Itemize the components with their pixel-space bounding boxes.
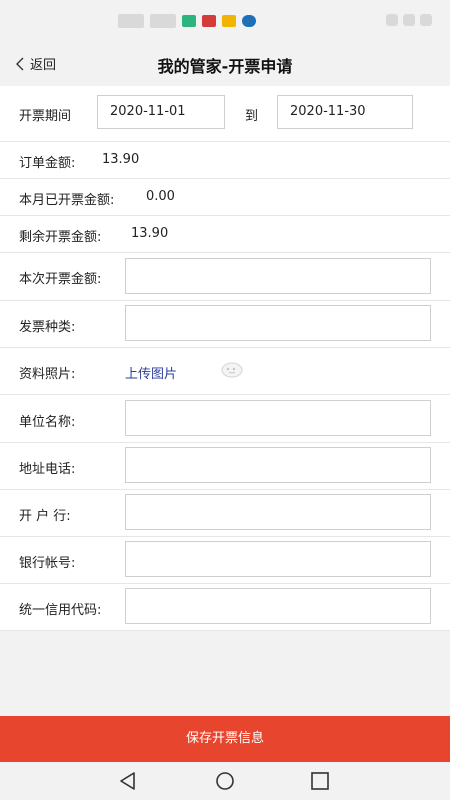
square-recent-icon[interactable]	[309, 770, 331, 792]
credit-code-label: 统一信用代码:	[19, 603, 102, 618]
bank-input[interactable]	[125, 494, 431, 530]
upload-image-link[interactable]: 上传图片	[125, 363, 177, 382]
remaining-label: 剩余开票金额:	[19, 230, 102, 245]
network-icon	[150, 14, 176, 28]
start-date-field[interactable]: 2020-11-01	[97, 95, 225, 129]
image-placeholder-icon[interactable]	[220, 361, 244, 381]
back-label: 返回	[30, 58, 57, 73]
system-nav-bar	[0, 762, 450, 800]
invoice-form: 开票期间 2020-11-01 到 2020-11-30 订单金额: 13.90…	[0, 86, 450, 631]
app-notification-icon	[182, 15, 196, 27]
remaining-value: 13.90	[131, 226, 169, 241]
page-title: 我的管家-开票申请	[157, 57, 293, 76]
invoice-type-label: 发票种类:	[19, 320, 76, 335]
invoice-type-row: 发票种类:	[0, 301, 450, 348]
remaining-row: 剩余开票金额: 13.90	[0, 216, 450, 253]
circle-home-icon[interactable]	[214, 770, 236, 792]
news-notification-icon	[202, 15, 216, 27]
account-row: 银行帐号:	[0, 537, 450, 584]
end-date-field[interactable]: 2020-11-30	[277, 95, 413, 129]
order-amount-label: 订单金额:	[19, 156, 76, 171]
account-label: 银行帐号:	[19, 556, 76, 571]
company-input[interactable]	[125, 400, 431, 436]
period-label: 开票期间	[19, 109, 72, 124]
bank-label: 开 户 行:	[19, 509, 71, 524]
chevron-left-icon	[16, 57, 24, 70]
order-amount-row: 订单金额: 13.90	[0, 142, 450, 179]
bluetooth-icon	[386, 14, 398, 26]
to-label: 到	[245, 109, 259, 124]
status-bar	[0, 0, 450, 42]
period-row: 开票期间 2020-11-01 到 2020-11-30	[0, 86, 450, 142]
address-row: 地址电话:	[0, 443, 450, 490]
current-amount-label: 本次开票金额:	[19, 272, 102, 287]
address-input[interactable]	[125, 447, 431, 483]
signal-icon	[118, 14, 144, 28]
status-icons-right	[386, 14, 432, 26]
back-button[interactable]: 返回	[14, 54, 56, 73]
photo-row: 资料照片: 上传图片	[0, 348, 450, 395]
status-icons-left	[118, 14, 256, 28]
company-row: 单位名称:	[0, 395, 450, 443]
invoiced-value: 0.00	[146, 189, 175, 204]
mail-notification-icon	[222, 15, 236, 27]
address-label: 地址电话:	[19, 462, 76, 477]
battery-icon	[420, 14, 432, 26]
wifi-icon	[403, 14, 415, 26]
company-label: 单位名称:	[19, 415, 76, 430]
save-invoice-button[interactable]: 保存开票信息	[0, 716, 450, 762]
nav-bar: 返回 我的管家-开票申请	[0, 42, 450, 86]
invoice-type-input[interactable]	[125, 305, 431, 341]
current-amount-input[interactable]	[125, 258, 431, 294]
triangle-back-icon[interactable]	[117, 770, 139, 792]
app-status-icon	[242, 15, 256, 27]
invoiced-label: 本月已开票金额:	[19, 193, 115, 208]
account-input[interactable]	[125, 541, 431, 577]
invoiced-row: 本月已开票金额: 0.00	[0, 179, 450, 216]
photo-label: 资料照片:	[19, 367, 76, 382]
credit-code-input[interactable]	[125, 588, 431, 624]
bank-row: 开 户 行:	[0, 490, 450, 537]
order-amount-value: 13.90	[102, 152, 140, 167]
credit-code-row: 统一信用代码:	[0, 584, 450, 631]
current-amount-row: 本次开票金额:	[0, 253, 450, 301]
